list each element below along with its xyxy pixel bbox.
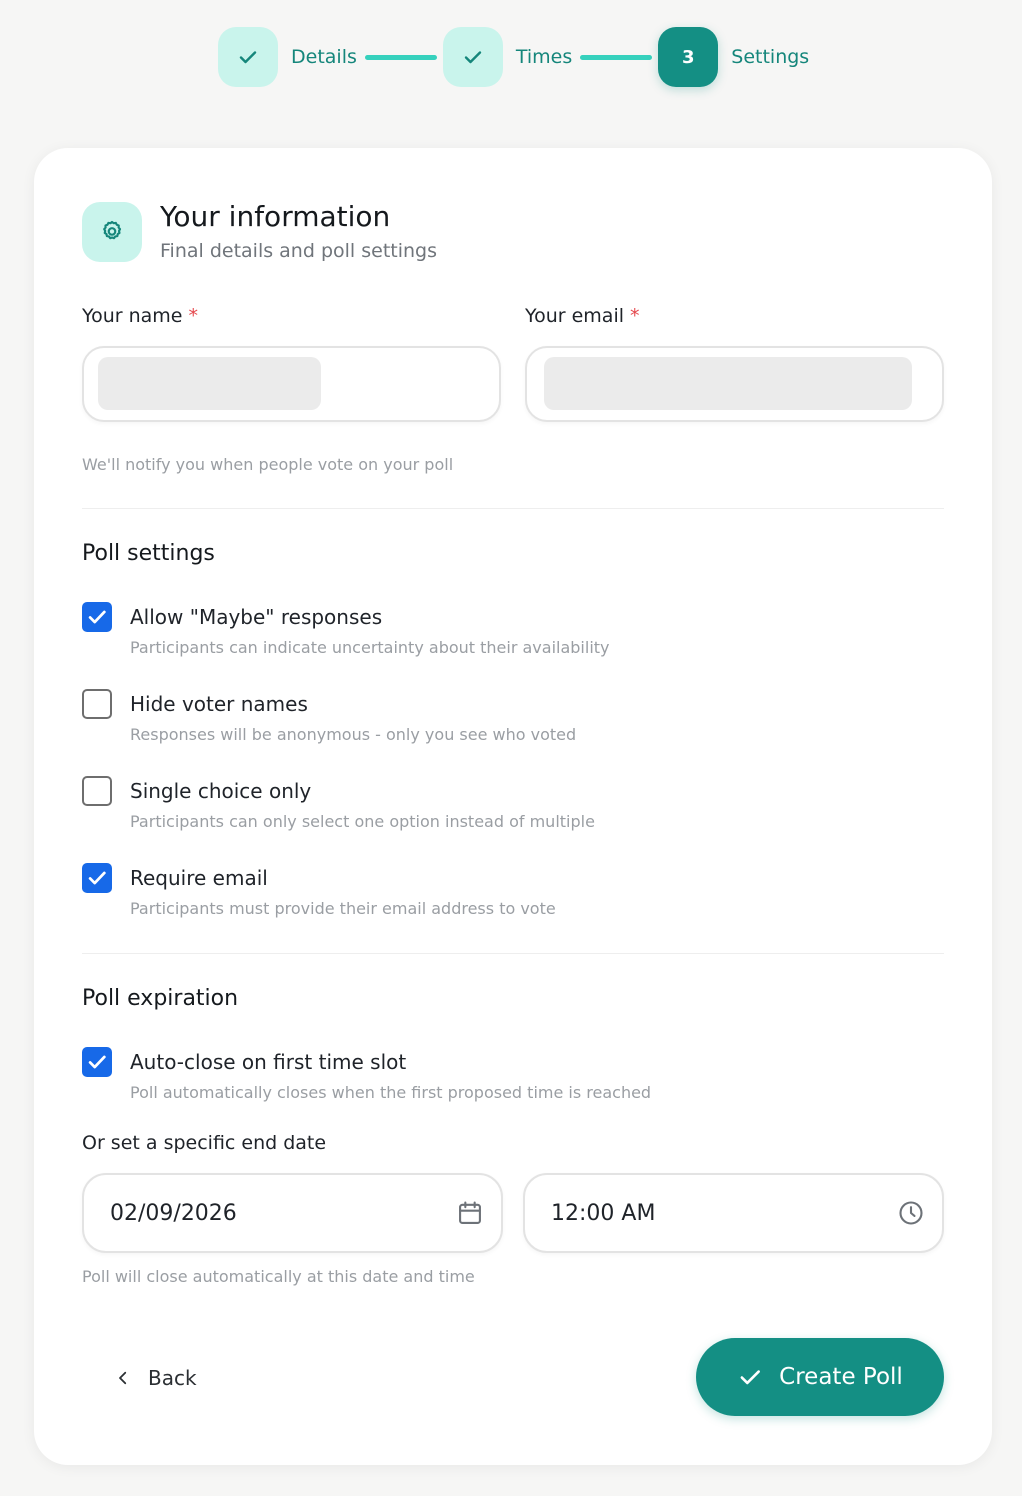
name-input[interactable] xyxy=(82,346,501,422)
allow-maybe-checkbox[interactable] xyxy=(82,602,112,632)
email-input-value xyxy=(544,357,912,410)
email-input[interactable] xyxy=(525,346,944,422)
step-connector xyxy=(580,54,653,60)
required-marker: * xyxy=(188,305,198,327)
option-label: Hide voter names xyxy=(130,692,308,716)
settings-card: Your information Final details and poll … xyxy=(34,148,992,1465)
divider xyxy=(82,508,944,509)
option-description: Poll automatically closes when the first… xyxy=(130,1083,652,1102)
option-description: Participants can only select one option … xyxy=(130,812,595,831)
header-icon-badge xyxy=(82,202,142,262)
end-date-value: 02/09/2026 xyxy=(110,1200,237,1226)
divider xyxy=(82,953,944,954)
option-description: Participants can indicate uncertainty ab… xyxy=(130,638,610,657)
close-hint: Poll will close automatically at this da… xyxy=(82,1267,475,1286)
check-icon xyxy=(239,51,257,64)
create-poll-label: Create Poll xyxy=(779,1364,903,1390)
option-description: Participants must provide their email ad… xyxy=(130,899,556,918)
option-description: Responses will be anonymous - only you s… xyxy=(130,725,577,744)
step-times-badge[interactable] xyxy=(442,27,503,87)
single-choice-checkbox[interactable] xyxy=(82,776,112,806)
step-settings-label: Settings xyxy=(731,46,810,68)
hide-voter-names-checkbox[interactable] xyxy=(82,689,112,719)
notify-hint: We'll notify you when people vote on you… xyxy=(82,455,454,474)
check-icon xyxy=(464,51,482,64)
step-settings-badge: 3 xyxy=(658,27,719,87)
option-label: Single choice only xyxy=(130,779,312,803)
create-poll-button[interactable]: Create Poll xyxy=(696,1338,944,1416)
card-subtitle: Final details and poll settings xyxy=(160,240,438,262)
name-field-label: Your name * xyxy=(82,305,198,327)
back-button[interactable]: Back xyxy=(114,1360,197,1396)
step-details-label: Details xyxy=(291,46,357,68)
card-title: Your information xyxy=(160,200,391,233)
step-times-label: Times xyxy=(515,46,573,68)
check-icon xyxy=(88,610,106,624)
step-details-badge[interactable] xyxy=(218,27,278,87)
chevron-left-icon xyxy=(119,1371,127,1385)
poll-expiration-title: Poll expiration xyxy=(82,986,239,1011)
end-date-label: Or set a specific end date xyxy=(82,1132,327,1154)
gear-icon xyxy=(103,220,122,240)
check-icon xyxy=(740,1370,761,1385)
clock-icon[interactable] xyxy=(897,1199,925,1227)
end-time-value: 12:00 AM xyxy=(551,1200,656,1226)
back-button-label: Back xyxy=(148,1366,197,1390)
step-connector xyxy=(364,54,437,60)
check-icon xyxy=(88,871,106,885)
auto-close-checkbox[interactable] xyxy=(82,1047,112,1077)
require-email-checkbox[interactable] xyxy=(82,863,112,893)
option-label: Allow "Maybe" responses xyxy=(130,605,383,629)
name-input-value xyxy=(98,357,321,410)
option-label: Require email xyxy=(130,866,268,890)
end-date-picker[interactable]: 02/09/2026 xyxy=(82,1173,503,1253)
poll-settings-title: Poll settings xyxy=(82,541,215,566)
check-icon xyxy=(88,1055,106,1069)
end-time-picker[interactable]: 12:00 AM xyxy=(523,1173,944,1253)
option-label: Auto-close on first time slot xyxy=(130,1050,407,1074)
progress-stepper: Details Times 3 Settings xyxy=(218,27,809,87)
required-marker: * xyxy=(630,305,640,327)
calendar-icon[interactable] xyxy=(456,1199,484,1227)
email-field-label: Your email * xyxy=(525,305,640,327)
